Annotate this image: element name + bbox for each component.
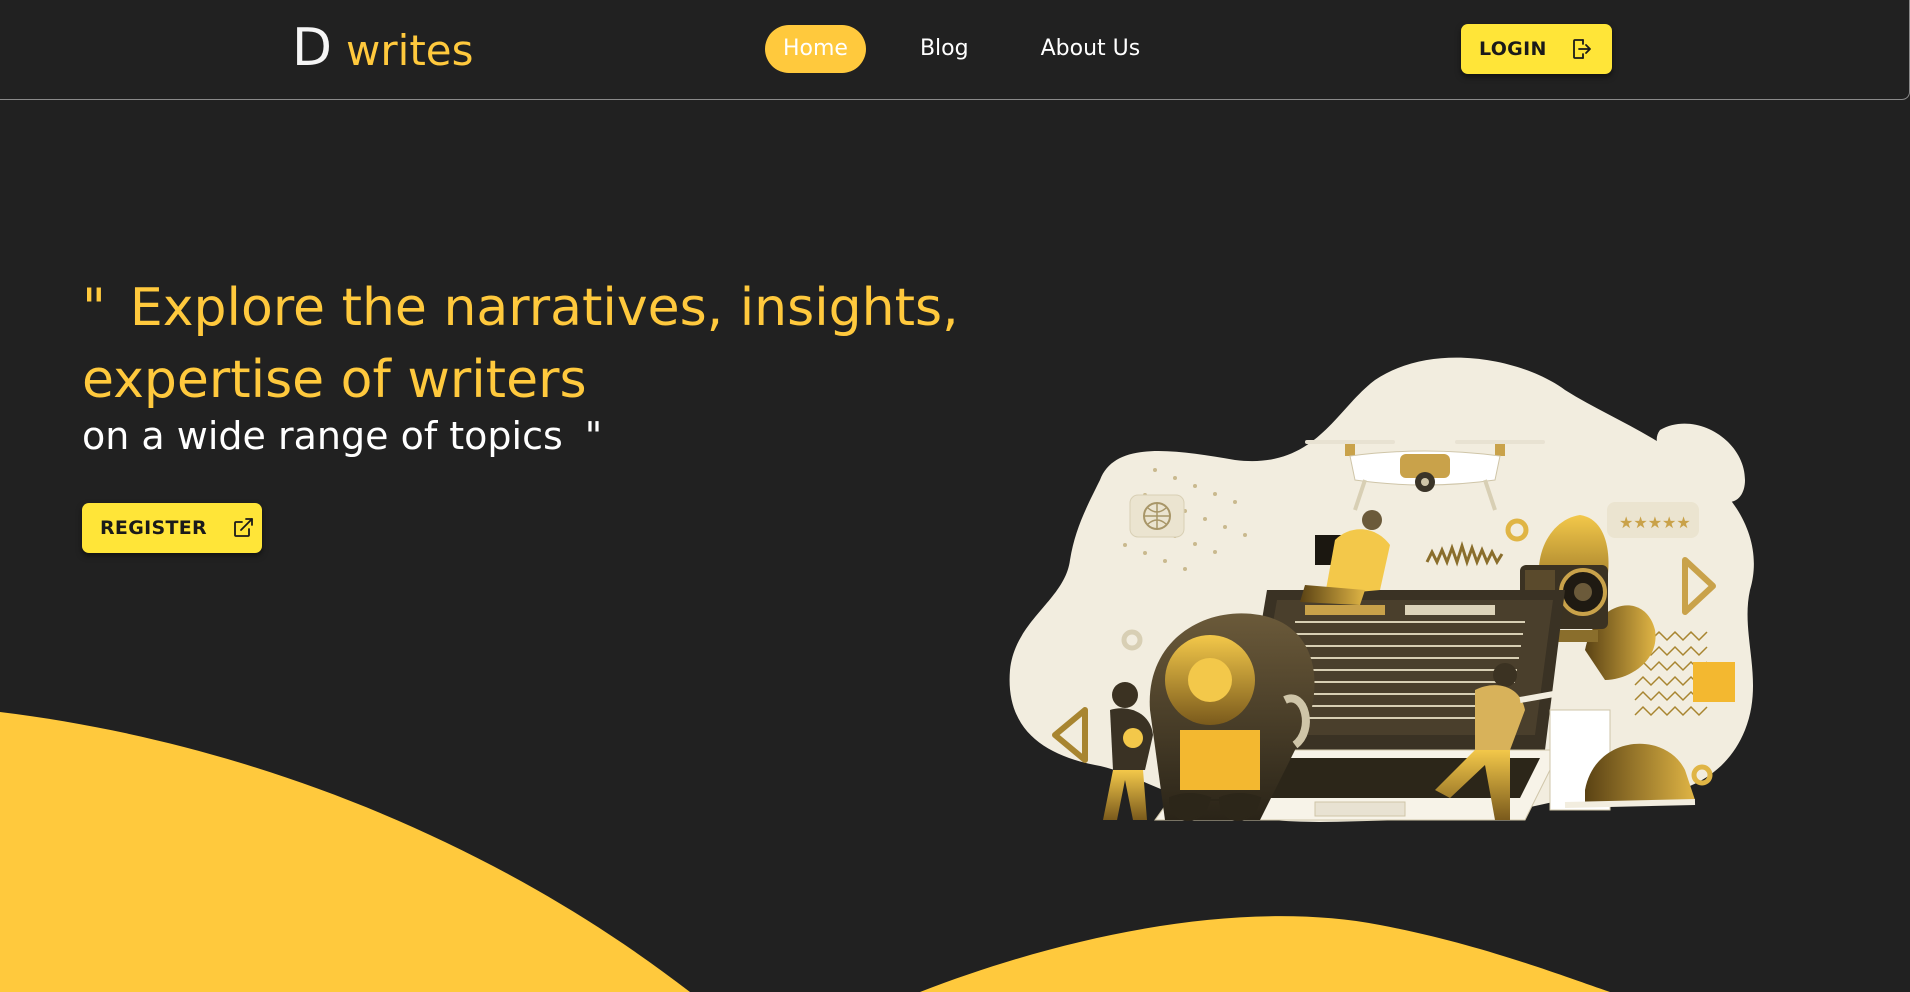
headline-line-2: expertise of writers xyxy=(82,350,587,410)
open-quote: " xyxy=(82,278,106,338)
hero-headline: " Explore the narratives, insights, exper… xyxy=(82,272,982,416)
close-quote: " xyxy=(584,414,603,458)
top-navbar: D writes Home Blog About Us LOGIN xyxy=(0,0,1910,100)
external-link-icon xyxy=(231,516,255,540)
nav-about-link[interactable]: About Us xyxy=(1023,25,1159,73)
landing-page: D writes Home Blog About Us LOGIN " Explo… xyxy=(0,0,1910,992)
rating-stars: ★★★★★ xyxy=(1619,513,1691,532)
main-nav: Home Blog About Us xyxy=(765,25,1158,73)
nav-home-link[interactable]: Home xyxy=(765,25,866,73)
logout-arrow-icon xyxy=(1569,37,1593,61)
blogging-workspace-illustration: ★★★★★ xyxy=(1009,357,1754,822)
login-button[interactable]: LOGIN xyxy=(1461,24,1612,74)
site-logo[interactable]: D writes xyxy=(292,22,474,74)
register-button-label: REGISTER xyxy=(100,517,207,539)
logo-letter: D xyxy=(292,18,333,78)
register-button[interactable]: REGISTER xyxy=(82,503,262,553)
headline-line-1: Explore the narratives, insights, xyxy=(129,278,959,338)
nav-blog-link[interactable]: Blog xyxy=(902,25,987,73)
hero-subline: on a wide range of topics " xyxy=(82,408,602,464)
login-button-label: LOGIN xyxy=(1479,38,1547,60)
subline-text: on a wide range of topics xyxy=(82,414,563,458)
logo-word: writes xyxy=(346,26,474,75)
